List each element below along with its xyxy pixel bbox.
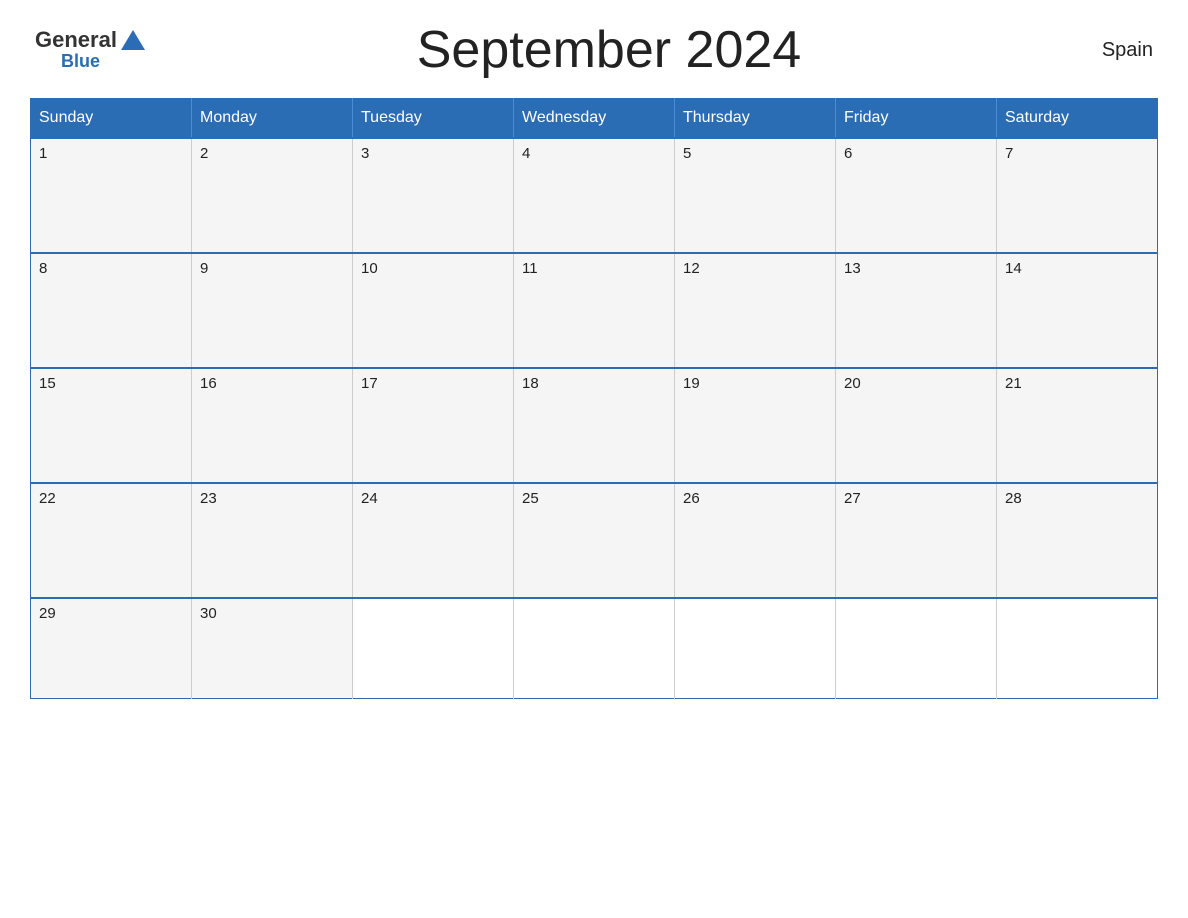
calendar-day-cell: 3 xyxy=(353,138,514,253)
day-number: 24 xyxy=(361,490,378,507)
calendar-day-cell: 10 xyxy=(353,253,514,368)
calendar-day-cell: 17 xyxy=(353,368,514,483)
country-label: Spain xyxy=(1073,39,1153,62)
day-number: 18 xyxy=(522,375,539,392)
day-number: 19 xyxy=(683,375,700,392)
calendar-day-cell: 15 xyxy=(31,368,192,483)
calendar-day-header: Wednesday xyxy=(514,99,675,139)
calendar-day-cell: 9 xyxy=(192,253,353,368)
calendar-day-cell: 6 xyxy=(836,138,997,253)
calendar-day-cell: 13 xyxy=(836,253,997,368)
calendar-week-row: 15 16 17 18 19 20 21 xyxy=(31,368,1158,483)
day-number: 13 xyxy=(844,260,861,277)
day-number: 5 xyxy=(683,145,691,162)
day-number: 21 xyxy=(1005,375,1022,392)
calendar-day-cell: 20 xyxy=(836,368,997,483)
calendar-day-cell: 23 xyxy=(192,483,353,598)
day-number: 14 xyxy=(1005,260,1022,277)
calendar-day-cell: 8 xyxy=(31,253,192,368)
day-number: 12 xyxy=(683,260,700,277)
calendar-day-header: Tuesday xyxy=(353,99,514,139)
calendar-day-cell: 22 xyxy=(31,483,192,598)
calendar-day-header: Thursday xyxy=(675,99,836,139)
calendar-day-cell: 4 xyxy=(514,138,675,253)
calendar-day-cell: 25 xyxy=(514,483,675,598)
calendar-week-row: 29 30 xyxy=(31,598,1158,698)
day-number: 3 xyxy=(361,145,369,162)
calendar-day-cell xyxy=(997,598,1158,698)
day-number: 4 xyxy=(522,145,530,162)
day-number: 7 xyxy=(1005,145,1013,162)
calendar-day-header: Sunday xyxy=(31,99,192,139)
calendar-day-header: Saturday xyxy=(997,99,1158,139)
logo: General Blue xyxy=(35,28,145,72)
calendar-day-cell: 27 xyxy=(836,483,997,598)
day-number: 11 xyxy=(522,260,538,277)
logo-bottom: Blue xyxy=(35,52,100,72)
day-number: 16 xyxy=(200,375,217,392)
day-number: 15 xyxy=(39,375,56,392)
calendar-day-cell xyxy=(675,598,836,698)
calendar-day-cell: 11 xyxy=(514,253,675,368)
calendar-day-cell: 24 xyxy=(353,483,514,598)
calendar-day-cell: 30 xyxy=(192,598,353,698)
calendar-day-header: Monday xyxy=(192,99,353,139)
calendar-week-row: 1 2 3 4 5 6 7 xyxy=(31,138,1158,253)
calendar-day-cell: 5 xyxy=(675,138,836,253)
calendar-day-cell: 12 xyxy=(675,253,836,368)
calendar-day-cell: 28 xyxy=(997,483,1158,598)
calendar-day-cell: 26 xyxy=(675,483,836,598)
day-number: 28 xyxy=(1005,490,1022,507)
calendar-week-row: 8 9 10 11 12 13 14 xyxy=(31,253,1158,368)
day-number: 30 xyxy=(200,605,217,622)
calendar-day-cell xyxy=(836,598,997,698)
day-number: 9 xyxy=(200,260,208,277)
day-number: 1 xyxy=(39,145,47,162)
day-number: 2 xyxy=(200,145,208,162)
logo-general-text: General xyxy=(35,28,145,52)
calendar-day-cell: 7 xyxy=(997,138,1158,253)
calendar-day-header: Friday xyxy=(836,99,997,139)
day-number: 23 xyxy=(200,490,217,507)
calendar-day-cell: 16 xyxy=(192,368,353,483)
day-number: 22 xyxy=(39,490,56,507)
day-number: 29 xyxy=(39,605,56,622)
day-number: 10 xyxy=(361,260,378,277)
calendar-day-cell: 18 xyxy=(514,368,675,483)
calendar-day-cell: 29 xyxy=(31,598,192,698)
month-title: September 2024 xyxy=(145,20,1073,80)
logo-blue-word: Blue xyxy=(61,52,100,72)
calendar-day-cell xyxy=(353,598,514,698)
calendar-table: SundayMondayTuesdayWednesdayThursdayFrid… xyxy=(30,98,1158,699)
calendar-day-cell: 21 xyxy=(997,368,1158,483)
day-number: 27 xyxy=(844,490,861,507)
day-number: 17 xyxy=(361,375,378,392)
calendar-header-row: SundayMondayTuesdayWednesdayThursdayFrid… xyxy=(31,99,1158,139)
calendar-day-cell: 2 xyxy=(192,138,353,253)
calendar-week-row: 22 23 24 25 26 27 28 xyxy=(31,483,1158,598)
day-number: 26 xyxy=(683,490,700,507)
day-number: 6 xyxy=(844,145,852,162)
page-header: General Blue September 2024 Spain xyxy=(30,20,1158,80)
calendar-day-cell xyxy=(514,598,675,698)
calendar-day-cell: 14 xyxy=(997,253,1158,368)
day-number: 25 xyxy=(522,490,539,507)
day-number: 20 xyxy=(844,375,861,392)
calendar-day-cell: 19 xyxy=(675,368,836,483)
logo-triangle-icon xyxy=(121,30,145,50)
logo-general-word: General xyxy=(35,28,117,52)
day-number: 8 xyxy=(39,260,47,277)
calendar-day-cell: 1 xyxy=(31,138,192,253)
